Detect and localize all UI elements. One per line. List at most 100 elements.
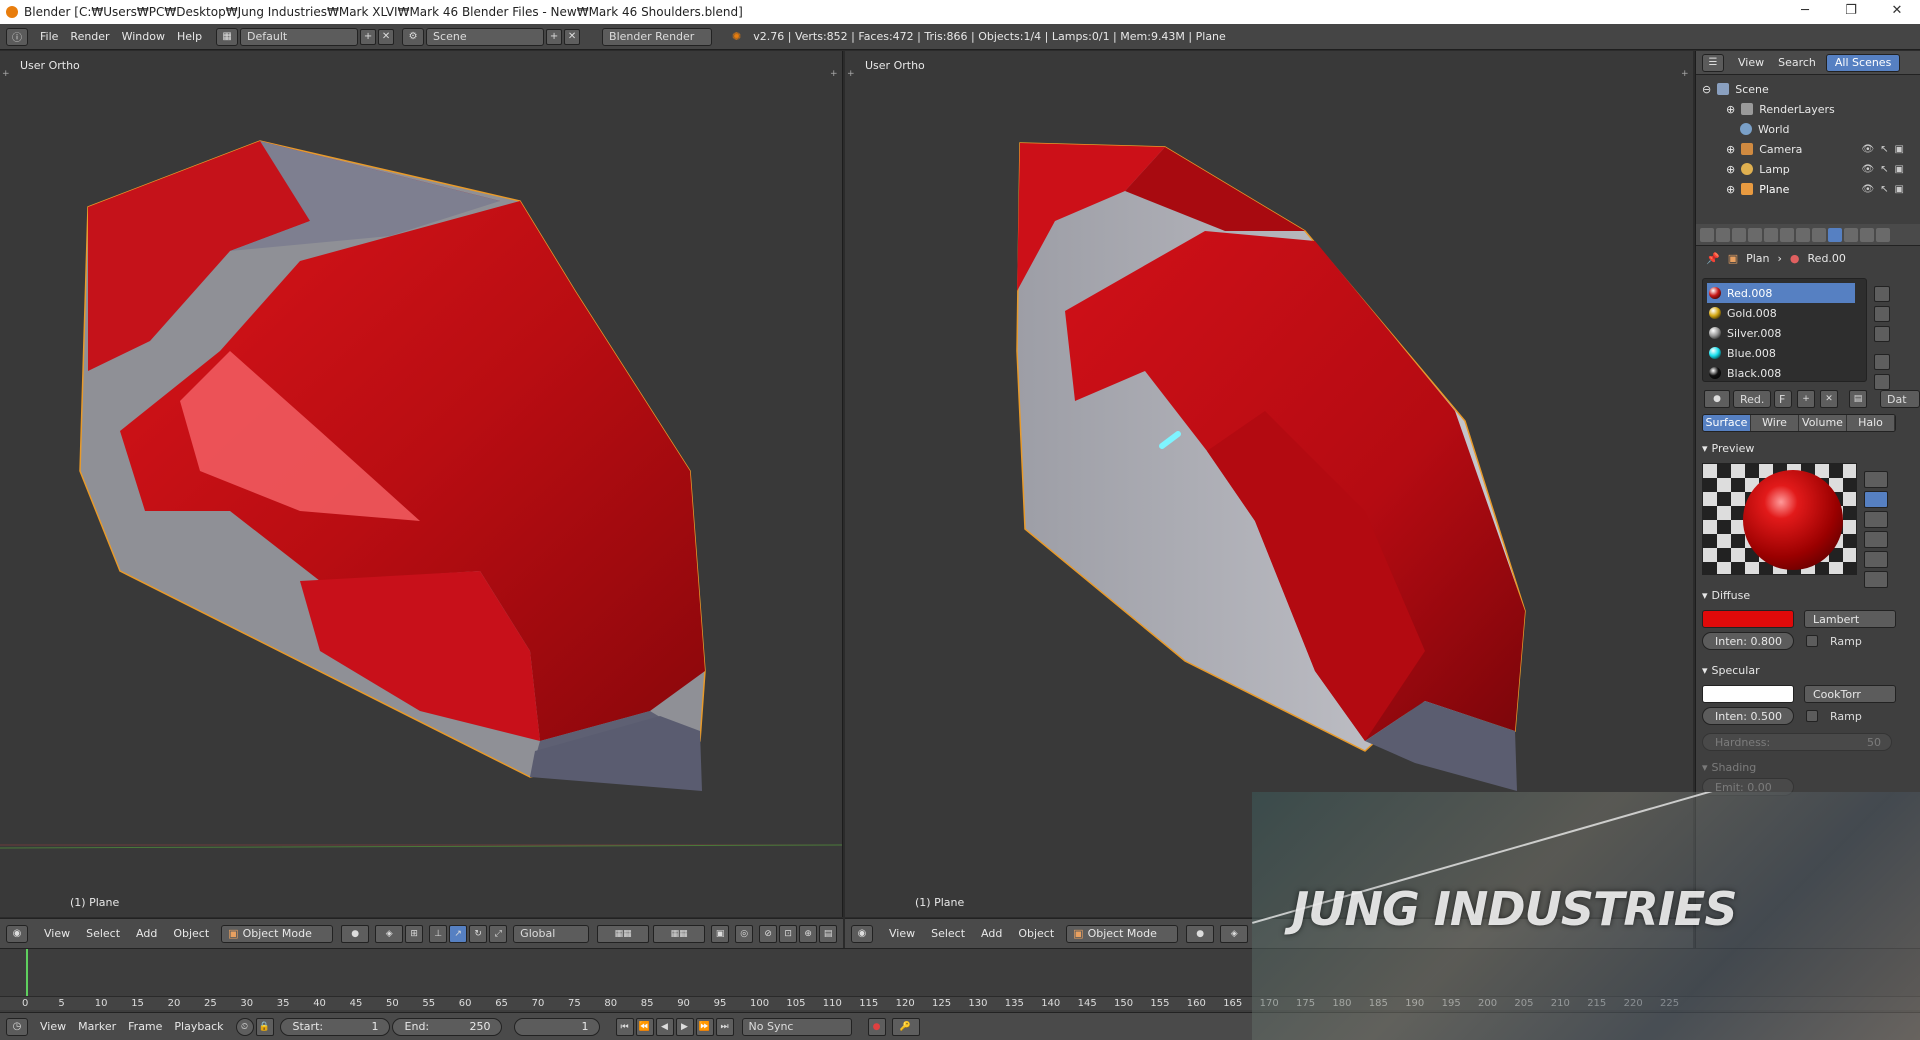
menu-help[interactable]: Help [177,30,202,43]
sync-mode-select[interactable]: No Sync [741,1017,852,1036]
preview-flat-button[interactable] [1864,471,1888,488]
close-button[interactable]: ✕ [1874,0,1920,24]
remove-scene-icon[interactable]: ✕ [564,28,581,45]
mode-select[interactable]: ▣ Object Mode [1066,924,1179,943]
menu-window[interactable]: Window [122,30,165,43]
layout-field[interactable]: Default [240,27,359,46]
pin-icon[interactable]: 📌 [1706,252,1720,265]
manipulator-toggle-icon[interactable]: ⊞ [405,924,424,943]
all-scenes-select[interactable]: All Scenes [1825,53,1901,72]
helmet-model-right[interactable] [845,51,1693,917]
physics-tab-icon[interactable] [1876,227,1890,242]
jump-start-icon[interactable]: ⏮ [615,1017,634,1036]
render-tab-icon[interactable] [1700,227,1714,242]
particles-tab-icon[interactable] [1860,227,1874,242]
menu-search[interactable]: Search [1778,56,1816,69]
menu-view[interactable]: View [889,927,915,940]
shading-select-icon[interactable]: ● [341,924,370,943]
properties-tabs[interactable] [1696,224,1920,246]
specular-section-header[interactable]: ▾ Specular [1702,664,1920,677]
add-slot-button[interactable] [1874,286,1890,302]
unlink-material-icon[interactable]: ✕ [1820,390,1838,408]
list-item[interactable]: Blue.008 [1707,343,1866,363]
scene-tab-icon[interactable] [1732,227,1746,242]
specular-ramp-checkbox[interactable] [1806,710,1818,722]
menu-add[interactable]: Add [981,927,1002,940]
specular-color-field[interactable] [1702,685,1794,703]
menu-file[interactable]: File [40,30,58,43]
fake-user-button[interactable]: F [1774,390,1792,408]
constraints-tab-icon[interactable] [1780,227,1794,242]
current-frame-field[interactable]: 1 [513,1017,600,1036]
new-material-icon[interactable]: + [1797,390,1815,408]
opengl-render-icon[interactable]: ▤ [819,924,838,943]
shading-section-header[interactable]: ▾ Shading [1702,761,1920,774]
maximize-button[interactable]: ❐ [1828,0,1874,24]
menu-view[interactable]: View [40,1020,66,1033]
diffuse-shader-select[interactable]: Lambert [1804,610,1896,628]
add-layout-icon[interactable]: + [360,28,377,45]
modifiers-tab-icon[interactable] [1796,227,1810,242]
outliner-item-world[interactable]: World [1702,119,1920,139]
specular-intensity-field[interactable]: Inten: 0.500 [1702,707,1794,725]
use-preview-range-icon[interactable]: ⏲ [235,1017,254,1036]
render-engine-select[interactable]: Blender Render [602,27,713,46]
editor-type-3d-icon[interactable]: ◉ [6,924,28,943]
material-slot-list[interactable]: Red.008 Gold.008 Silver.008 Blue.008 Bla… [1702,278,1867,382]
texture-tab-icon[interactable] [1844,227,1858,242]
material-browse-icon[interactable]: ● [1704,390,1730,408]
world-tab-icon[interactable] [1748,227,1762,242]
link-data-select[interactable]: Dat [1880,390,1920,408]
tab-wire[interactable]: Wire [1751,415,1799,431]
diffuse-intensity-field[interactable]: Inten: 0.800 [1702,632,1794,650]
list-item[interactable]: Black.008 [1707,363,1866,383]
jump-keyframe-forward-icon[interactable]: ⏩ [695,1017,714,1036]
menu-select[interactable]: Select [86,927,120,940]
snap-target-icon[interactable]: ⊕ [799,924,818,943]
slot-menu-button[interactable] [1874,326,1890,342]
material-name-field[interactable]: Red. [1733,390,1771,408]
visibility-toggles-icon[interactable]: 👁↖▣ [1861,164,1910,175]
editor-type-timeline-icon[interactable]: ◷ [6,1017,28,1036]
data-tab-icon[interactable] [1812,227,1826,242]
helmet-model-left[interactable] [0,51,843,917]
preview-cube-button[interactable] [1864,511,1888,528]
diffuse-section-header[interactable]: ▾ Diffuse [1702,589,1920,602]
outliner-item-lamp[interactable]: ⊕ Lamp 👁↖▣ [1702,159,1920,179]
diffuse-color-field[interactable] [1702,610,1794,628]
jump-keyframe-back-icon[interactable]: ⏪ [635,1017,654,1036]
translate-icon[interactable]: ↗ [449,924,468,943]
start-frame-field[interactable]: Start: 1 [279,1017,390,1036]
rotate-icon[interactable]: ↻ [469,924,488,943]
copy-material-icon[interactable]: ▤ [1849,390,1867,408]
editor-type-3d-icon[interactable]: ◉ [851,924,873,943]
lock-layer-icon[interactable]: ▣ [711,924,730,943]
preview-section-header[interactable]: ▾ Preview [1702,442,1920,455]
pivot-select-icon[interactable]: ◈ [1220,924,1249,943]
diffuse-ramp-checkbox[interactable] [1806,635,1818,647]
menu-playback[interactable]: Playback [174,1020,223,1033]
end-frame-field[interactable]: End: 250 [391,1017,502,1036]
outliner-item-plane[interactable]: ⊕ Plane 👁↖▣ [1702,179,1920,199]
shading-select-icon[interactable]: ● [1186,924,1215,943]
list-item[interactable]: Gold.008 [1707,303,1866,323]
scale-icon[interactable]: ⤢ [489,924,508,943]
visibility-toggles-icon[interactable]: 👁↖▣ [1861,144,1910,155]
layer-buttons-icon[interactable]: ▦▦ [653,924,706,943]
outliner-item-camera[interactable]: ⊕ Camera 👁↖▣ [1702,139,1920,159]
keying-set-icon[interactable]: 🔑 [891,1017,920,1036]
manipulator-axis-icon[interactable]: ⊥ [429,924,448,943]
menu-object[interactable]: Object [1018,927,1054,940]
scene-field[interactable]: Scene [426,27,545,46]
pivot-select-icon[interactable]: ◈ [375,924,404,943]
scene-icon[interactable]: ⚙ [402,27,425,46]
tab-surface[interactable]: Surface [1703,415,1751,431]
menu-render[interactable]: Render [70,30,109,43]
menu-view[interactable]: View [1738,56,1764,69]
hardness-field[interactable]: Hardness: 50 [1702,733,1892,751]
remove-layout-icon[interactable]: ✕ [378,28,395,45]
menu-add[interactable]: Add [136,927,157,940]
object-tab-icon[interactable] [1764,227,1778,242]
menu-view[interactable]: View [44,927,70,940]
current-frame-line[interactable] [26,949,28,996]
